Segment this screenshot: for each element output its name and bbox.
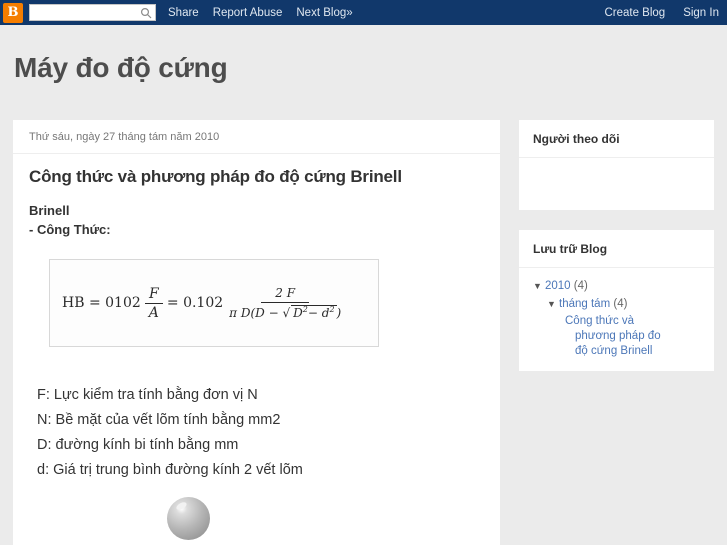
followers-widget-body bbox=[519, 158, 714, 210]
steel-ball-indenter-image bbox=[167, 497, 210, 540]
navbar-right-group: Create Blog Sign In bbox=[586, 7, 719, 19]
blogger-logo[interactable]: B bbox=[3, 2, 23, 23]
formula-numerator-2f: 2 F bbox=[261, 286, 310, 303]
archive-month-count: (4) bbox=[613, 298, 628, 310]
nav-link-next-blog[interactable]: Next Blog» bbox=[296, 7, 352, 19]
brinell-formula-content: HB = 0102 F A = 0.102 2 F π D(D − √ D2− d… bbox=[62, 286, 347, 321]
nav-link-report-abuse[interactable]: Report Abuse bbox=[213, 7, 283, 19]
main-content-column: Thứ sáu, ngày 27 tháng tám năm 2010 Công… bbox=[13, 120, 500, 545]
archive-widget-title: Lưu trữ Blog bbox=[519, 230, 714, 268]
blog-archive-widget: Lưu trữ Blog ▼ 2010 (4) ▼ tháng tám (4) bbox=[519, 230, 714, 371]
archive-widget-body: ▼ 2010 (4) ▼ tháng tám (4) Công thức và … bbox=[519, 268, 714, 371]
post-date: Thứ sáu, ngày 27 tháng tám năm 2010 bbox=[13, 120, 500, 154]
archive-year-link[interactable]: 2010 bbox=[545, 280, 571, 292]
blog-header: Máy đo độ cứng bbox=[0, 25, 727, 107]
post-formula-label: - Công Thức: bbox=[29, 222, 111, 237]
sidebar-column: Người theo dõi Lưu trữ Blog ▼ 2010 (4) ▼… bbox=[519, 120, 714, 391]
formula-lhs: HB = 0102 bbox=[62, 295, 141, 311]
steel-ball-image-wrapper bbox=[167, 497, 484, 540]
nav-link-share[interactable]: Share bbox=[168, 7, 199, 19]
formula-radical-icon: √ bbox=[282, 306, 291, 320]
nav-link-sign-in[interactable]: Sign In bbox=[683, 7, 719, 19]
followers-widget-title: Người theo dõi bbox=[519, 120, 714, 158]
definition-item: D: đường kính bi tính bằng mm bbox=[37, 437, 239, 453]
formula-d-squared: D bbox=[293, 306, 303, 320]
formula-d2-exp: 2 bbox=[329, 305, 335, 314]
archive-month-link[interactable]: tháng tám bbox=[559, 298, 610, 310]
archive-post-link[interactable]: Công thức và phương pháp đo độ cứng Brin… bbox=[565, 314, 661, 359]
archive-list: ▼ 2010 (4) ▼ tháng tám (4) Công thức và … bbox=[533, 278, 700, 359]
followers-widget: Người theo dõi bbox=[519, 120, 714, 210]
definition-item: N: Bề mặt của vết lõm tính bằng mm2 bbox=[37, 412, 281, 428]
chevron-down-icon[interactable]: ▼ bbox=[547, 296, 559, 312]
post-title[interactable]: Công thức và phương pháp đo độ cứng Brin… bbox=[29, 166, 484, 187]
post-body: Công thức và phương pháp đo độ cứng Brin… bbox=[13, 154, 500, 540]
archive-month-group: tháng tám (4) bbox=[559, 296, 627, 312]
formula-minus-d: − d bbox=[307, 306, 330, 320]
formula-numerator-f: F bbox=[144, 286, 163, 304]
formula-denominator-a: A bbox=[148, 304, 159, 321]
formula-equals-2: = 0.102 bbox=[166, 295, 224, 311]
post-subheading: Brinell bbox=[29, 203, 70, 218]
formula-paren-close: ) bbox=[336, 306, 342, 320]
search-input[interactable] bbox=[30, 8, 155, 23]
definition-item: F: Lực kiểm tra tính bằng đơn vị N bbox=[37, 387, 258, 403]
archive-month-row: ▼ tháng tám (4) bbox=[547, 296, 700, 312]
formula-main-fraction: 2 F π D(D − √ D2− d2) bbox=[225, 286, 345, 320]
formula-d-minus: D − bbox=[255, 306, 279, 320]
search-box[interactable] bbox=[29, 4, 156, 23]
chevron-down-icon[interactable]: ▼ bbox=[533, 278, 545, 294]
archive-year-count: (4) bbox=[573, 280, 588, 292]
nav-link-create-blog[interactable]: Create Blog bbox=[604, 7, 665, 19]
formula-denominator-expression: π D(D − √ D2− d2) bbox=[225, 303, 345, 320]
blog-title[interactable]: Máy đo độ cứng bbox=[14, 52, 228, 84]
blogger-logo-letter: B bbox=[7, 5, 19, 20]
formula-pi-d: π D bbox=[229, 306, 251, 320]
blogger-navbar: B Share Report Abuse Next Blog» Create B… bbox=[0, 0, 727, 25]
definition-list: F: Lực kiểm tra tính bằng đơn vị N N: Bề… bbox=[37, 383, 484, 483]
brinell-formula-image: HB = 0102 F A = 0.102 2 F π D(D − √ D2− d… bbox=[49, 259, 379, 347]
archive-year-row: ▼ 2010 (4) bbox=[533, 278, 700, 294]
formula-radicand: D2− d2 bbox=[291, 305, 337, 320]
formula-fraction-f-a: F A bbox=[144, 286, 163, 321]
definition-item: d: Giá trị trung bình đường kính 2 vết l… bbox=[37, 462, 303, 478]
archive-year-group: 2010 (4) bbox=[545, 278, 588, 294]
